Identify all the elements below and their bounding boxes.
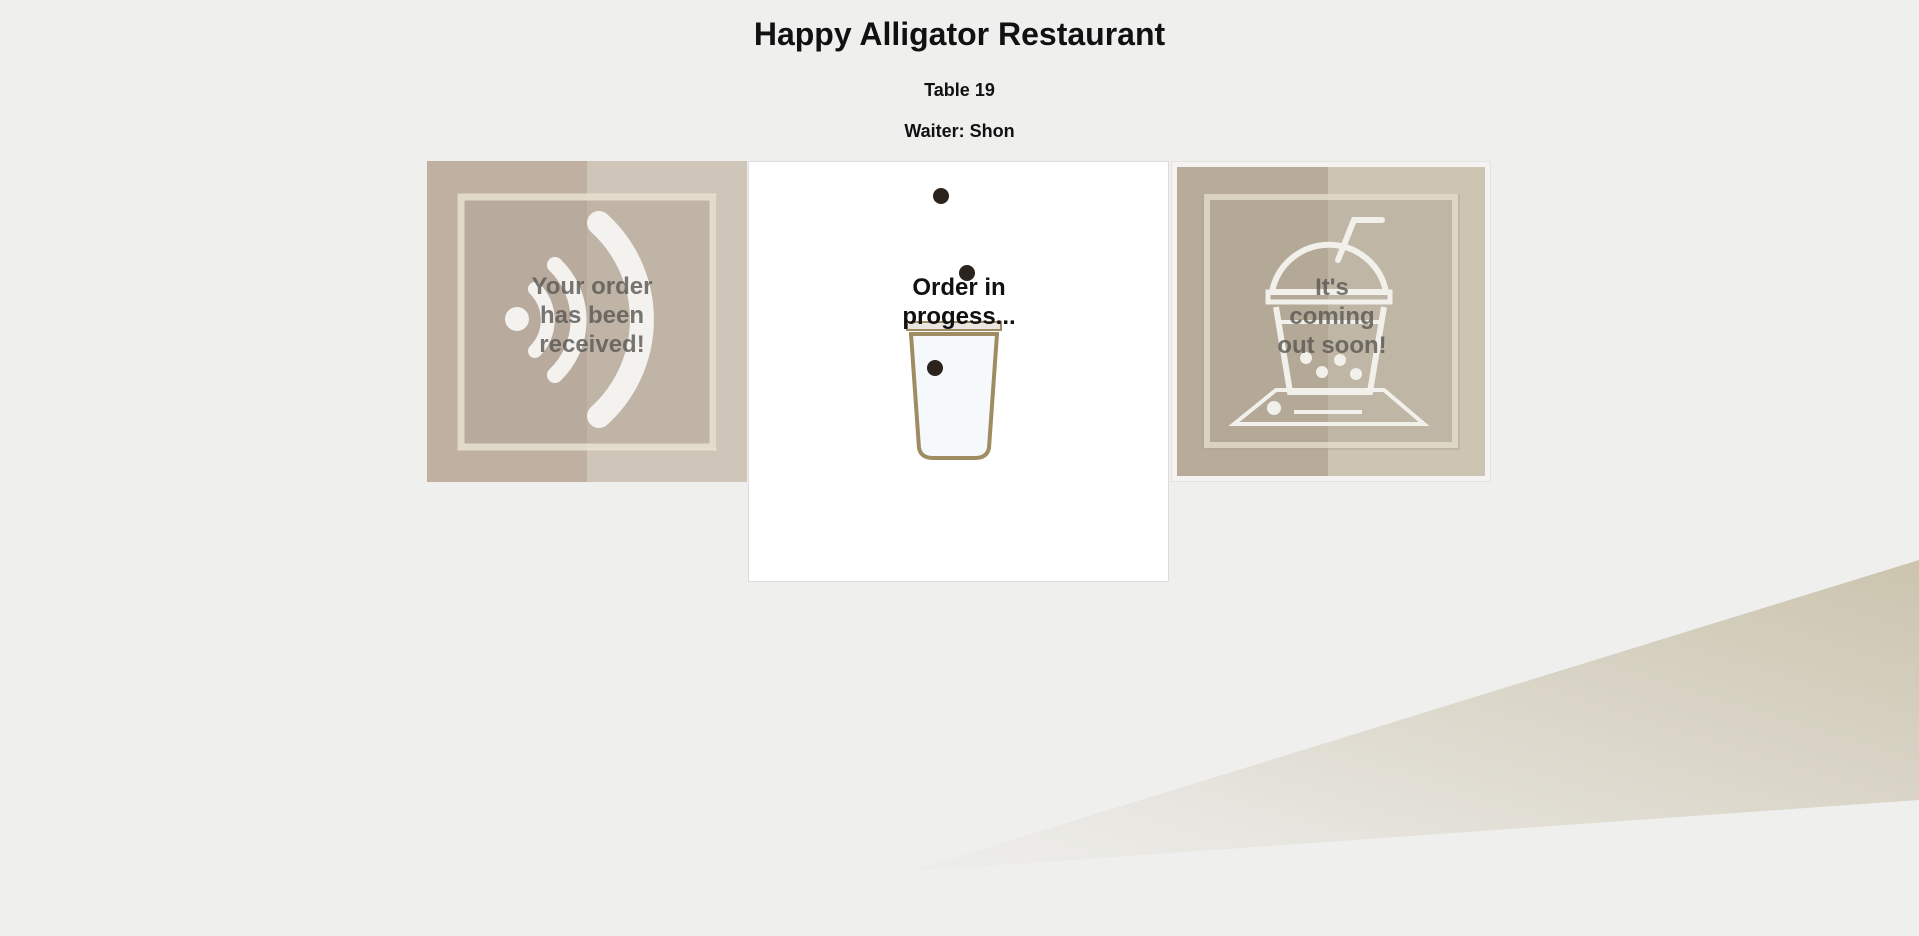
step-in-progress-card: Order in progess... — [748, 161, 1169, 582]
falling-dot — [933, 188, 949, 204]
step-received-card: Your order has been received! — [427, 161, 747, 482]
step-received-label: Your order has been received! — [531, 273, 653, 358]
restaurant-title: Happy Alligator Restaurant — [753, 16, 1166, 52]
step-coming-soon-label: It's coming out soon! — [1277, 274, 1387, 359]
table-number: Table 19 — [924, 80, 995, 100]
falling-dot — [927, 360, 943, 376]
cup-filling-icon — [906, 321, 1002, 460]
step-in-progress-label: Order in progess... — [902, 274, 1016, 330]
waiter-name: Waiter: Shon — [904, 121, 1015, 141]
step-coming-soon-card: It's coming out soon! — [1171, 161, 1491, 482]
